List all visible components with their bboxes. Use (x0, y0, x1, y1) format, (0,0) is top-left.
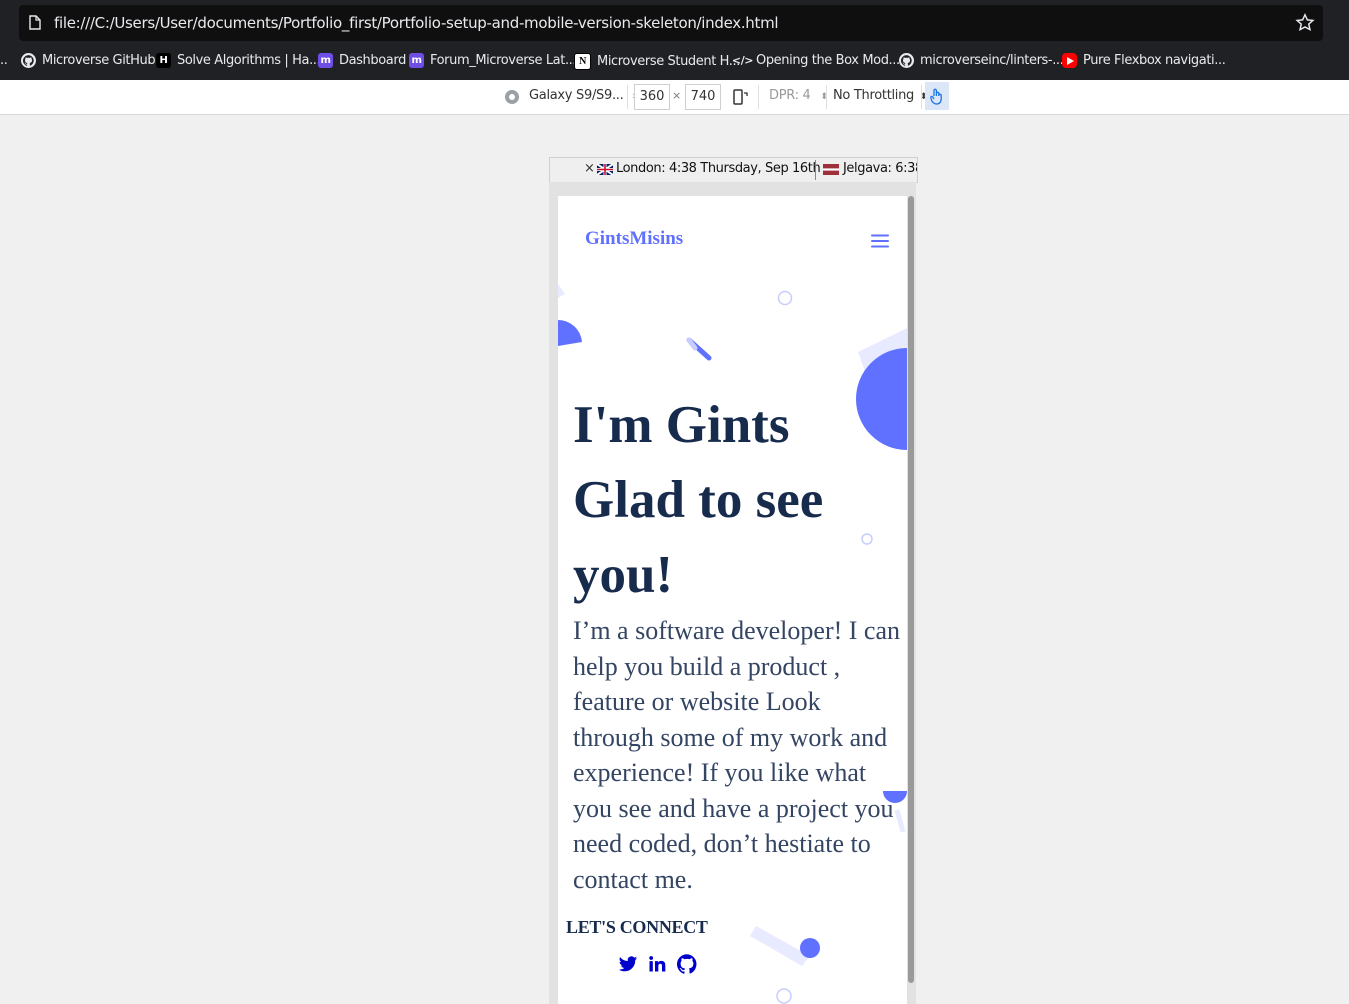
dpr-selector[interactable]: DPR: 4 ⬍ (769, 88, 828, 103)
decor-bar (686, 337, 712, 361)
bookmark-item[interactable]: Microverse GitHub (21, 53, 156, 68)
throttling-value: No Throttling (833, 88, 915, 103)
microverse-icon: m (318, 53, 333, 68)
touch-simulation-button[interactable] (925, 82, 949, 110)
address-bar[interactable]: file:///C:/Users/User/documents/Portfoli… (19, 5, 1323, 41)
bookmark-label: Dashboard (339, 53, 406, 68)
device-name: Galaxy S9/S9... (529, 88, 624, 103)
bookmark-item[interactable]: m Dashboard (318, 53, 406, 68)
portfolio-page[interactable]: GintsMisins I'm Gints Glad to see you! I… (558, 196, 907, 1004)
latvia-flag-icon (823, 164, 839, 175)
bookmark-label: Microverse GitHub (42, 53, 156, 68)
dimension-separator: × (672, 89, 681, 102)
browser-chrome: file:///C:/Users/User/documents/Portfoli… (0, 0, 1349, 80)
clock-jelgava: Jelgava: 6:38 (843, 161, 918, 176)
page-scrollbar[interactable] (908, 196, 914, 983)
bookmark-star-icon[interactable] (1294, 12, 1316, 34)
linkedin-icon[interactable] (647, 954, 667, 974)
device-selector[interactable]: Galaxy S9/S9... ⬍ (529, 88, 639, 103)
microverse-icon: m (409, 53, 424, 68)
clock-london: London: 4:38 Thursday, Sep 16th (616, 161, 821, 176)
bookmark-item[interactable]: Pure Flexbox navigati... (1062, 53, 1226, 68)
bookmark-item[interactable]: N Microverse Student H... (574, 53, 740, 70)
dpr-value: DPR: 4 (769, 88, 811, 103)
bookmark-label: Pure Flexbox navigati... (1083, 53, 1226, 68)
hand-pointer-icon (930, 88, 942, 105)
globe-icon (505, 90, 519, 104)
world-clock-strip: × London: 4:38 Thursday, Sep 16th Jelgav… (549, 157, 918, 183)
bookmarks-bar: .. Microverse GitHub H Solve Algorithms … (0, 50, 1349, 76)
divider (758, 85, 759, 109)
divider (921, 85, 922, 109)
site-logo[interactable]: GintsMisins (585, 228, 683, 250)
decor-shape (558, 284, 582, 346)
bookmark-label: Forum_Microverse Lat... (430, 53, 577, 68)
divider (815, 160, 816, 180)
url-text[interactable]: file:///C:/Users/User/documents/Portfoli… (54, 14, 779, 32)
bookmark-item[interactable]: </> Opening the Box Mod... (731, 53, 900, 68)
divider (627, 85, 628, 109)
hero-description: I’m a software developer! I can help you… (573, 616, 900, 894)
viewport-width-input[interactable]: 360 (634, 84, 670, 110)
bookmark-label: Solve Algorithms | Ha... (177, 53, 321, 68)
hackerrank-icon: H (156, 53, 171, 68)
bookmarks-overflow[interactable]: .. (0, 53, 8, 68)
github-icon (21, 53, 36, 68)
bookmark-item[interactable]: m Forum_Microverse Lat... (409, 53, 577, 68)
rotate-icon[interactable] (731, 88, 749, 106)
bookmark-label: Opening the Box Mod... (756, 53, 900, 68)
responsive-design-toolbar: Galaxy S9/S9... ⬍ 360 × 740 DPR: 4 ⬍ No … (0, 80, 1349, 115)
divider (826, 85, 827, 109)
bookmark-item[interactable]: microverseinc/linters-... (899, 53, 1064, 68)
youtube-icon (1062, 53, 1077, 68)
decor-circle (777, 290, 793, 306)
uk-flag-icon (596, 163, 614, 176)
notion-icon: N (574, 53, 591, 70)
connect-heading: LET'S CONNECT (566, 917, 708, 937)
decor-shape (750, 926, 820, 1004)
code-icon: </> (731, 54, 754, 67)
twitter-icon[interactable] (618, 954, 638, 974)
github-icon (899, 53, 914, 68)
hamburger-menu-icon[interactable] (871, 233, 889, 249)
bookmark-label: Microverse Student H... (597, 54, 740, 69)
page-icon (29, 15, 41, 30)
bookmark-label: microverseinc/linters-... (920, 53, 1064, 68)
github-icon[interactable] (677, 954, 697, 974)
viewport-height-input[interactable]: 740 (685, 84, 721, 110)
throttling-selector[interactable]: No Throttling ⬍ (833, 88, 927, 103)
hero-heading: I'm Gints Glad to see you! (573, 396, 824, 604)
mobile-viewport: GintsMisins I'm Gints Glad to see you! I… (549, 182, 916, 1004)
bookmark-item[interactable]: H Solve Algorithms | Ha... (156, 53, 321, 68)
clock-close-button[interactable]: × (584, 161, 595, 176)
